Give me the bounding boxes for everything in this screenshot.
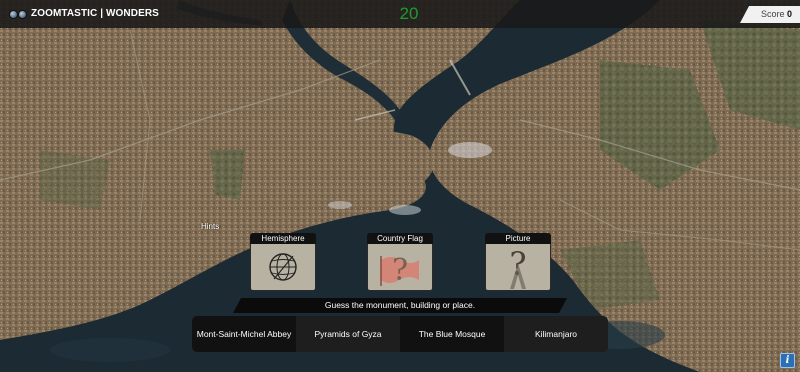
hint-hemisphere[interactable]: Hemisphere	[250, 233, 316, 292]
hint-country-flag[interactable]: Country Flag ?	[367, 233, 433, 292]
score-display: Score 0	[740, 6, 800, 23]
flag-question-icon: ?	[380, 253, 419, 288]
hint-country-flag-body[interactable]: ?	[367, 244, 433, 291]
hint-country-flag-title: Country Flag	[367, 233, 433, 244]
globe-icon	[269, 253, 297, 281]
hint-hemisphere-title: Hemisphere	[250, 233, 316, 244]
hints-label: Hints	[201, 222, 220, 231]
hint-picture-body[interactable]: ?	[485, 244, 551, 291]
info-button[interactable]: i	[780, 353, 795, 368]
tower-question-icon: ?	[509, 245, 527, 289]
score-value: 0	[786, 9, 792, 19]
answer-option[interactable]: Mont-Saint-Michel Abbey	[192, 316, 296, 352]
hint-picture[interactable]: Picture ?	[485, 233, 551, 292]
answer-options: Mont-Saint-Michel Abbey Pyramids of Gyza…	[192, 316, 608, 352]
app-title: ZOOMTASTIC | WONDERS	[31, 8, 159, 19]
answer-option[interactable]: Kilimanjaro	[504, 316, 608, 352]
question-prompt: Guess the monument, building or place.	[233, 298, 567, 313]
hint-hemisphere-body[interactable]	[250, 244, 316, 291]
top-bar: ZOOMTASTIC | WONDERS 20 Score 0	[0, 0, 800, 28]
answer-option[interactable]: Pyramids of Gyza	[296, 316, 400, 352]
score-label: Score	[760, 9, 785, 19]
svg-text:?: ?	[392, 253, 408, 288]
hint-picture-title: Picture	[485, 233, 551, 244]
app-logo-icon	[9, 10, 27, 19]
answer-option[interactable]: The Blue Mosque	[400, 316, 504, 352]
countdown-timer: 20	[399, 4, 419, 23]
